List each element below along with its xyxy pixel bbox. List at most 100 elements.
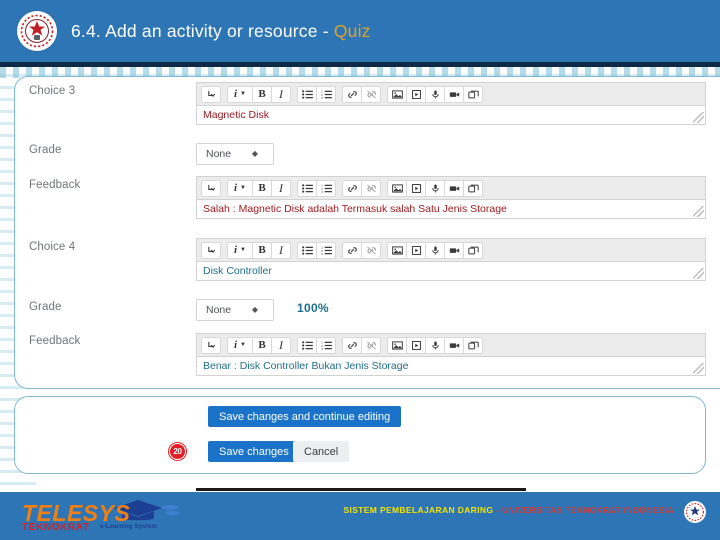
unordered-list-icon[interactable] <box>297 336 317 354</box>
choice4-feedback-field[interactable]: Benar : Disk Controller Bukan Jenis Stor… <box>196 357 706 376</box>
footer-tagline: SISTEM PEMBELAJARAN DARING - UNIVERSITAS… <box>344 505 675 515</box>
unlink-icon[interactable] <box>361 336 381 354</box>
italic-icon[interactable]: I <box>271 241 291 259</box>
svg-text:3: 3 <box>321 96 323 99</box>
choice4-editor[interactable]: i ▼ B I 123 Disk Controller <box>196 238 706 281</box>
resize-grip-icon[interactable] <box>693 206 704 217</box>
choice4-grade-label: Grade <box>29 301 62 313</box>
paragraph-style-icon[interactable]: i ▼ <box>227 336 253 354</box>
italic-icon[interactable]: I <box>271 336 291 354</box>
choice4-text-value: Disk Controller <box>203 265 272 277</box>
link-icon[interactable] <box>342 85 362 103</box>
choice3-feedback-editor[interactable]: i ▼ B I 123 Salah: Magnetic Disk adalah… <box>196 176 706 219</box>
choice3-editor[interactable]: i ▼ B I 123 Magnetic Disk <box>196 82 706 125</box>
media-file-icon[interactable] <box>406 241 426 259</box>
choice4-feedback-label: Feedback <box>29 335 81 347</box>
ordered-list-icon[interactable]: 123 <box>316 179 336 197</box>
record-video-icon[interactable] <box>444 241 464 259</box>
bold-icon[interactable]: B <box>252 336 272 354</box>
choice3-grade-select[interactable]: None ◆ <box>196 143 274 165</box>
resize-grip-icon[interactable] <box>693 112 704 123</box>
unordered-list-icon[interactable] <box>297 85 317 103</box>
choice3-editor-toolbar[interactable]: i ▼ B I 123 <box>196 82 706 106</box>
footer-divider <box>196 488 526 491</box>
choice3-feedback-label: Feedback <box>29 179 81 191</box>
unlink-icon[interactable] <box>361 241 381 259</box>
image-icon[interactable] <box>387 336 407 354</box>
paragraph-style-icon[interactable]: i ▼ <box>227 241 253 259</box>
footer-tagline-red: - UNIVERSITAS TEKNOKRAT INDONESIA <box>496 505 674 515</box>
italic-icon[interactable]: I <box>271 85 291 103</box>
choice3-label: Choice 3 <box>29 85 76 97</box>
image-icon[interactable] <box>387 241 407 259</box>
choice3-feedback-toolbar[interactable]: i ▼ B I 123 <box>196 176 706 200</box>
page-title-main: 6.4. Add an activity or resource - <box>71 20 334 41</box>
bold-icon[interactable]: B <box>252 85 272 103</box>
ordered-list-icon[interactable]: 123 <box>316 336 336 354</box>
ordered-list-icon[interactable]: 123 <box>316 85 336 103</box>
choice4-editor-toolbar[interactable]: i ▼ B I 123 <box>196 238 706 262</box>
unlink-icon[interactable] <box>361 179 381 197</box>
record-video-icon[interactable] <box>444 179 464 197</box>
slide-header: 6.4. Add an activity or resource - Quiz <box>0 0 720 62</box>
unordered-list-icon[interactable] <box>297 179 317 197</box>
choice3-grade-label: Grade <box>29 144 62 156</box>
slide-footer: TELESYS TEKNOKRAT e-Learning System SIST… <box>0 492 720 540</box>
record-audio-icon[interactable] <box>425 241 445 259</box>
resize-grip-icon[interactable] <box>693 363 704 374</box>
media-file-icon[interactable] <box>406 179 426 197</box>
svg-text:3: 3 <box>321 190 323 193</box>
select-arrows-icon: ◆ <box>251 149 258 158</box>
choice3-feedback-value: Salah : Magnetic Disk adalah Termasuk sa… <box>203 203 507 215</box>
step-number-badge: 20 <box>169 443 186 460</box>
resize-grip-icon[interactable] <box>693 268 704 279</box>
svg-text:3: 3 <box>321 347 323 350</box>
manage-files-icon[interactable] <box>463 241 483 259</box>
image-icon[interactable] <box>387 85 407 103</box>
manage-files-icon[interactable] <box>463 179 483 197</box>
expand-toolbar-icon[interactable] <box>201 179 221 197</box>
university-seal-icon <box>17 11 57 51</box>
bold-icon[interactable]: B <box>252 179 272 197</box>
save-changes-button[interactable]: Save changes <box>208 441 300 462</box>
choice4-grade-select[interactable]: None ◆ <box>196 299 274 321</box>
choice4-label: Choice 4 <box>29 241 76 253</box>
cancel-button[interactable]: Cancel <box>293 441 350 462</box>
media-file-icon[interactable] <box>406 336 426 354</box>
unordered-list-icon[interactable] <box>297 241 317 259</box>
brand-tagline-text: e-Learning System <box>100 524 158 530</box>
bold-icon[interactable]: B <box>252 241 272 259</box>
manage-files-icon[interactable] <box>463 85 483 103</box>
expand-toolbar-icon[interactable] <box>201 336 221 354</box>
choice4-text-field[interactable]: Disk Controller <box>196 262 706 281</box>
ordered-list-icon[interactable]: 123 <box>316 241 336 259</box>
unlink-icon[interactable] <box>361 85 381 103</box>
choice3-text-field[interactable]: Magnetic Disk <box>196 106 706 125</box>
paragraph-style-icon[interactable]: i ▼ <box>227 85 253 103</box>
record-audio-icon[interactable] <box>425 179 445 197</box>
link-icon[interactable] <box>342 241 362 259</box>
record-video-icon[interactable] <box>444 85 464 103</box>
slide-canvas: 6.4. Add an activity or resource - Quiz … <box>0 0 720 540</box>
image-icon[interactable] <box>387 179 407 197</box>
manage-files-icon[interactable] <box>463 336 483 354</box>
record-audio-icon[interactable] <box>425 85 445 103</box>
italic-icon[interactable]: I <box>271 179 291 197</box>
paragraph-style-icon[interactable]: i ▼ <box>227 179 253 197</box>
choice3-feedback-field[interactable]: Salah : Magnetic Disk adalah Termasuk sa… <box>196 200 706 219</box>
grade-annotation: 100% <box>297 301 329 315</box>
choice4-feedback-editor[interactable]: i ▼ B I 123 Benar: Disk Controller Buka… <box>196 333 706 376</box>
expand-toolbar-icon[interactable] <box>201 85 221 103</box>
link-icon[interactable] <box>342 179 362 197</box>
save-and-continue-button[interactable]: Save changes and continue editing <box>208 406 402 427</box>
svg-text:3: 3 <box>321 252 323 255</box>
record-audio-icon[interactable] <box>425 336 445 354</box>
media-file-icon[interactable] <box>406 85 426 103</box>
link-icon[interactable] <box>342 336 362 354</box>
expand-toolbar-icon[interactable] <box>201 241 221 259</box>
telesys-brand-logo: TELESYS TEKNOKRAT e-Learning System <box>22 496 197 536</box>
choice4-grade-value: None <box>206 304 232 316</box>
choice4-feedback-toolbar[interactable]: i ▼ B I 123 <box>196 333 706 357</box>
record-video-icon[interactable] <box>444 336 464 354</box>
choice4-feedback-value: Benar : Disk Controller Bukan Jenis Stor… <box>203 360 409 372</box>
